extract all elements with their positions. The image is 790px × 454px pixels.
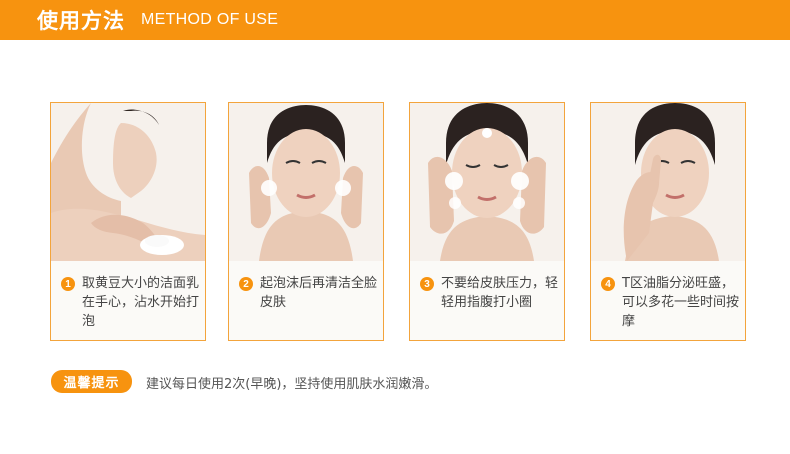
section-title-en: METHOD OF USE <box>141 11 279 28</box>
step-number-badge: 2 <box>239 277 253 291</box>
tip-badge: 温馨提示 <box>51 370 132 393</box>
step-caption-2: 2 起泡沫后再清洁全脸皮肤 <box>239 274 381 312</box>
step-text: 取黄豆大小的洁面乳在手心，沾水开始打泡 <box>82 276 200 329</box>
step-card-4: 4 T区油脂分泌旺盛，可以多花一些时间按摩 <box>590 102 746 341</box>
step-number-badge: 4 <box>601 277 615 291</box>
step-card-1: 1 取黄豆大小的洁面乳在手心，沾水开始打泡 <box>50 102 206 341</box>
step-caption-1: 1 取黄豆大小的洁面乳在手心，沾水开始打泡 <box>61 274 203 331</box>
face-massage-photo <box>410 103 564 261</box>
face-cleansing-photo <box>229 103 383 261</box>
step-number-badge: 1 <box>61 277 75 291</box>
section-title-cn: 使用方法 <box>37 9 125 33</box>
step-card-2: 2 起泡沫后再清洁全脸皮肤 <box>228 102 384 341</box>
tip-text: 建议每日使用2次(早晚)，坚持使用肌肤水润嫩滑。 <box>146 377 438 392</box>
step-card-3: 3 不要给皮肤压力，轻轻用指腹打小圈 <box>409 102 565 341</box>
step-number-badge: 3 <box>420 277 434 291</box>
nose-massage-photo <box>591 103 745 261</box>
section-header: 使用方法 METHOD OF USE <box>0 0 790 40</box>
hand-foam-photo <box>51 103 205 261</box>
step-caption-3: 3 不要给皮肤压力，轻轻用指腹打小圈 <box>420 274 562 312</box>
step-text: 不要给皮肤压力，轻轻用指腹打小圈 <box>441 276 559 310</box>
step-text: T区油脂分泌旺盛，可以多花一些时间按摩 <box>622 276 740 329</box>
step-text: 起泡沫后再清洁全脸皮肤 <box>260 276 378 310</box>
step-caption-4: 4 T区油脂分泌旺盛，可以多花一些时间按摩 <box>601 274 743 331</box>
